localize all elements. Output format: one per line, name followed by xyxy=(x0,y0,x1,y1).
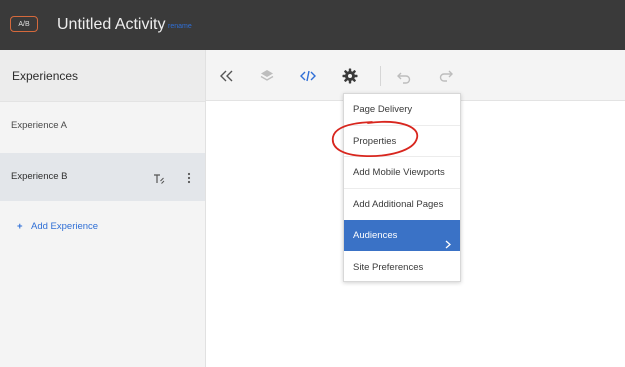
screen: A/B Untitled Activity rename Experiences… xyxy=(0,0,625,367)
experiences-title: Experiences xyxy=(12,69,79,83)
experience-item-b[interactable]: Experience B xyxy=(0,153,205,201)
experience-label: Experience B xyxy=(11,171,68,182)
chevron-right-icon xyxy=(445,231,451,249)
redo-icon[interactable] xyxy=(437,67,455,85)
layers-icon[interactable] xyxy=(258,67,276,85)
menu-item-properties[interactable]: Properties xyxy=(344,126,460,157)
plus-icon: + xyxy=(17,221,23,232)
menu-item-audiences[interactable]: Audiences xyxy=(344,220,460,251)
undo-icon[interactable] xyxy=(395,67,413,85)
menu-item-page-delivery[interactable]: Page Delivery xyxy=(344,94,460,125)
ab-activity-badge: A/B xyxy=(10,16,38,32)
experiences-header: Experiences xyxy=(0,50,205,102)
experience-item-a[interactable]: Experience A xyxy=(0,102,205,150)
text-tool-icon[interactable] xyxy=(153,172,165,184)
experiences-panel: Experiences Experience A Experience B + … xyxy=(0,50,206,367)
add-experience-label: Add Experience xyxy=(31,221,99,232)
rename-link[interactable]: rename xyxy=(168,22,192,32)
experience-label: Experience A xyxy=(11,120,67,131)
gear-icon[interactable] xyxy=(341,67,359,85)
more-options-icon[interactable] xyxy=(186,171,192,185)
activity-title[interactable]: Untitled Activity xyxy=(57,15,165,35)
code-icon[interactable] xyxy=(299,67,317,85)
menu-item-add-mobile-viewports[interactable]: Add Mobile Viewports xyxy=(344,157,460,188)
settings-dropdown-menu: Page Delivery Properties Add Mobile View… xyxy=(343,93,461,282)
top-bar: A/B Untitled Activity rename xyxy=(0,0,625,50)
menu-item-audiences-label: Audiences xyxy=(353,230,398,241)
add-experience-button[interactable]: + Add Experience xyxy=(17,220,98,234)
menu-item-add-additional-pages[interactable]: Add Additional Pages xyxy=(344,189,460,220)
menu-item-site-preferences[interactable]: Site Preferences xyxy=(344,252,460,283)
toolbar-divider xyxy=(380,66,381,86)
collapse-icon[interactable] xyxy=(218,67,236,85)
